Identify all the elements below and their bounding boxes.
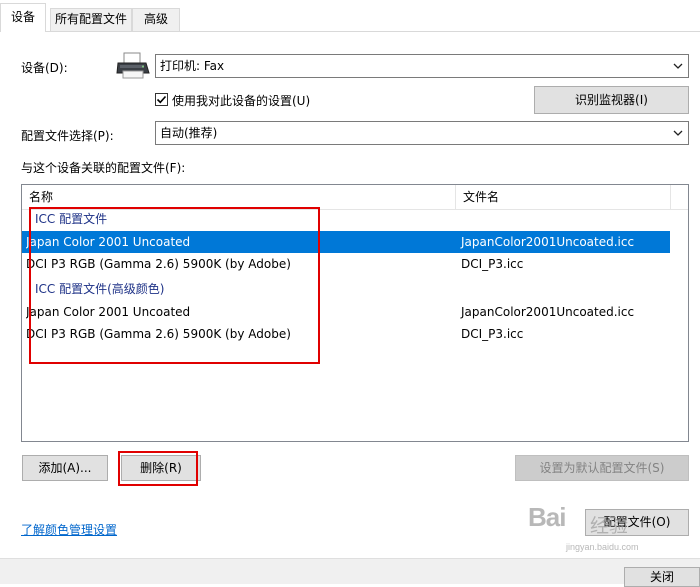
associated-profiles-label: 与这个设备关联的配置文件(F): [21, 161, 186, 175]
dialog-footer [0, 558, 700, 584]
profile-filename: DCI_P3.icc [461, 327, 524, 341]
device-select-value: 打印机: Fax [160, 59, 225, 73]
annotation-highlight-remove [118, 451, 198, 486]
close-button[interactable]: 关闭 [624, 567, 700, 587]
device-label: 设备(D): [21, 61, 68, 75]
profile-filename: DCI_P3.icc [461, 257, 524, 271]
tab-device[interactable]: 设备 [0, 3, 46, 32]
column-header-filename[interactable]: 文件名 [456, 185, 670, 209]
tab-strip: 设备 所有配置文件 高级 [0, 0, 700, 32]
profile-filename: JapanColor2001Uncoated.icc [461, 305, 635, 319]
tab-advanced[interactable]: 高级 [132, 8, 180, 31]
column-divider[interactable] [670, 185, 671, 209]
add-button[interactable]: 添加(A)... [22, 455, 108, 481]
identify-monitors-button[interactable]: 识别监视器(I) [534, 86, 689, 114]
checkmark-icon [156, 95, 167, 104]
chevron-down-icon [673, 130, 683, 136]
profile-filename: JapanColor2001Uncoated.icc [461, 235, 635, 249]
tab-all-profiles[interactable]: 所有配置文件 [50, 8, 132, 31]
watermark-brand: Bai [528, 502, 566, 532]
set-default-button[interactable]: 设置为默认配置文件(S) [515, 455, 689, 481]
learn-color-management-link[interactable]: 了解颜色管理设置 [21, 521, 117, 538]
use-my-settings-label: 使用我对此设备的设置(U) [172, 94, 311, 108]
annotation-highlight-profiles [29, 207, 320, 364]
printer-icon [115, 51, 151, 81]
watermark-brand-cn: 经验 [590, 516, 629, 537]
profile-selection-label: 配置文件选择(P): [21, 129, 114, 143]
use-my-settings-checkbox[interactable] [155, 93, 168, 106]
profile-selection-value: 自动(推荐) [160, 126, 218, 140]
profile-selection-select[interactable]: 自动(推荐) [155, 121, 689, 145]
column-header-name[interactable]: 名称 [22, 185, 455, 209]
chevron-down-icon [673, 63, 683, 69]
device-select[interactable]: 打印机: Fax [155, 54, 689, 78]
watermark-url: jingyan.baidu.com [566, 542, 639, 552]
